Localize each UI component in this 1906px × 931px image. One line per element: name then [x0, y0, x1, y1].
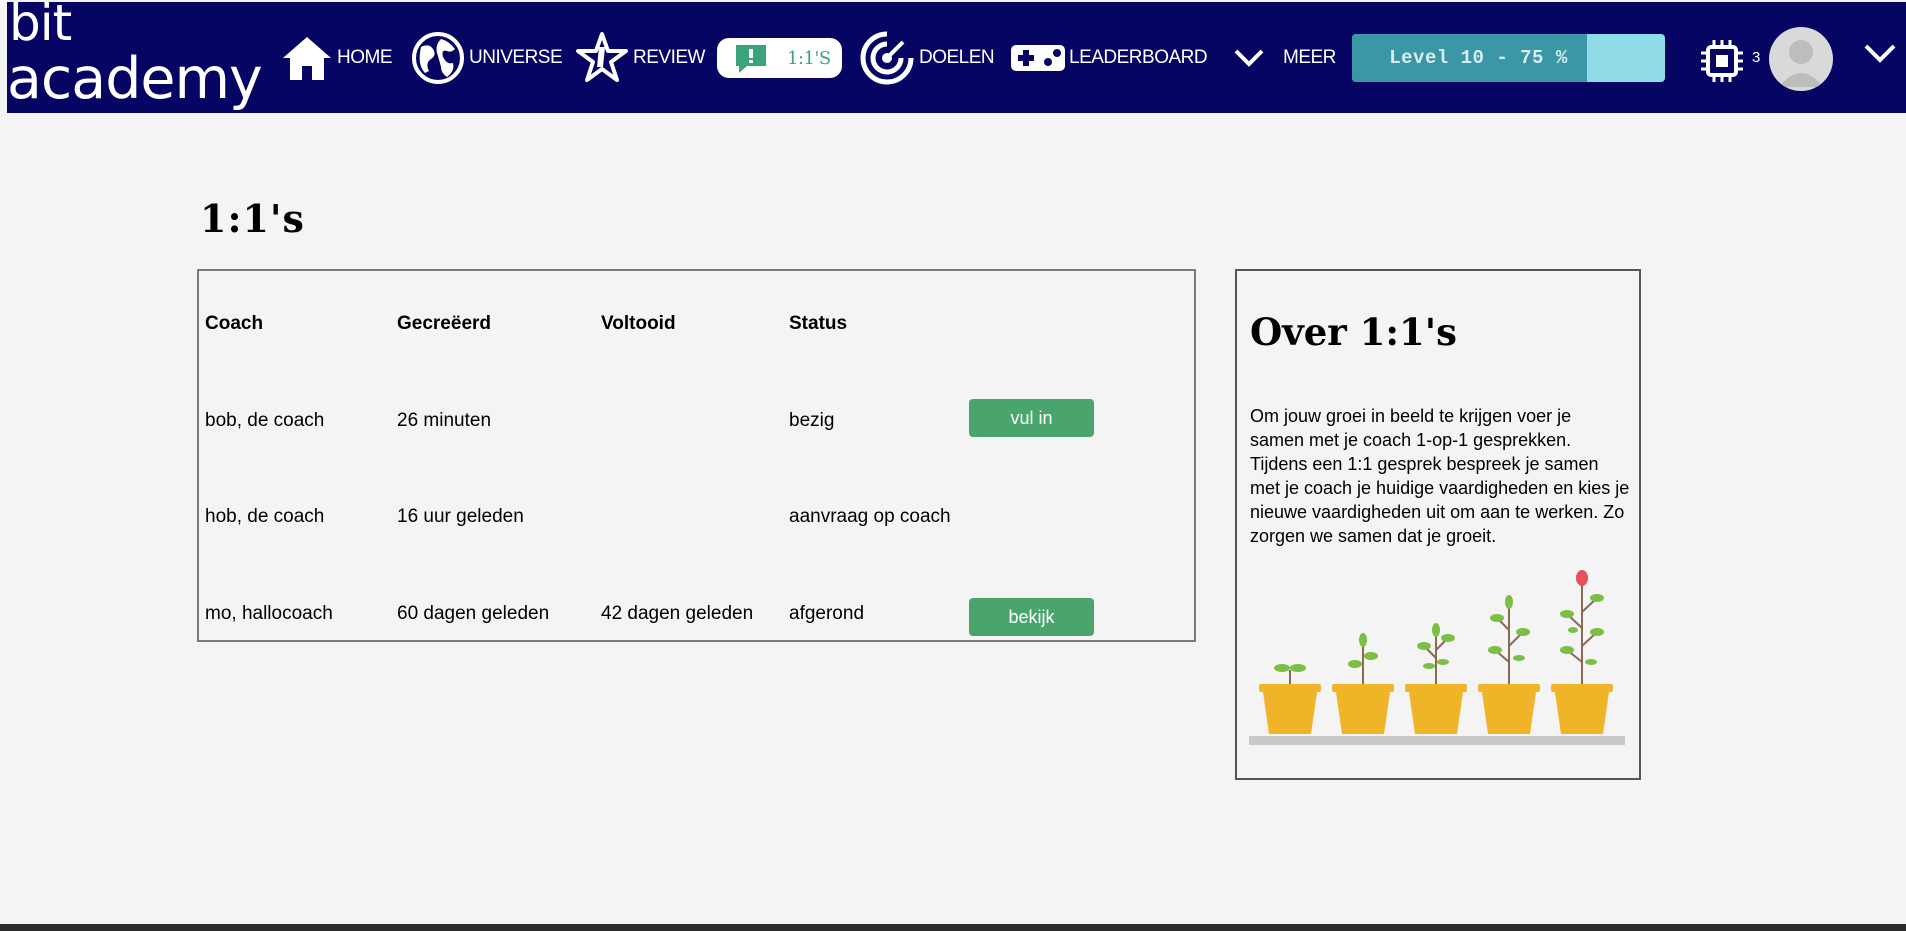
column-header-created: Gecreëerd — [397, 313, 492, 334]
star-icon — [575, 31, 629, 85]
nav-universe[interactable]: UNIVERSE — [411, 27, 563, 89]
growing-plants-illustration — [1249, 570, 1625, 745]
nav-meer[interactable]: MEER — [1233, 27, 1336, 89]
home-icon — [281, 34, 333, 82]
row-coach: mo, hallocoach — [205, 603, 333, 624]
target-icon — [859, 30, 915, 86]
nav-universe-label: UNIVERSE — [469, 47, 563, 68]
nav-review[interactable]: REVIEW — [575, 27, 705, 89]
column-header-completed: Voltooid — [601, 313, 676, 334]
nav-leaderboard-label: LEADERBOARD — [1069, 47, 1208, 68]
nav-meer-label: MEER — [1283, 47, 1336, 68]
logo-line-1: bit — [9, 0, 72, 52]
nav-one-on-ones[interactable]: 1:1'S — [717, 38, 842, 78]
fill-in-button[interactable]: vul in — [969, 399, 1094, 437]
nav-doelen-label: DOELEN — [919, 47, 995, 68]
chevron-down-icon — [1233, 47, 1265, 69]
profile-menu-chevron-icon[interactable] — [1862, 40, 1898, 68]
gamepad-icon — [1009, 41, 1067, 75]
globe-icon — [411, 31, 465, 85]
chat-alert-icon — [733, 42, 769, 74]
nav-leaderboard[interactable]: LEADERBOARD — [1009, 27, 1208, 89]
column-header-coach: Coach — [205, 313, 264, 334]
logo-line-2: academy — [7, 46, 263, 112]
about-text: Om jouw groei in beeld te krijgen voer j… — [1250, 406, 1630, 546]
one-on-ones-table: Coach Gecreëerd Voltooid Status bob, de … — [197, 269, 1196, 642]
nav-one-on-ones-label: 1:1'S — [787, 47, 831, 69]
chip-count: 3 — [1752, 49, 1761, 66]
row-created: 60 dagen geleden — [397, 603, 550, 624]
row-created: 26 minuten — [397, 410, 492, 431]
chip-icon[interactable] — [1699, 38, 1745, 84]
nav-review-label: REVIEW — [633, 47, 705, 68]
top-navigation-bar: bit academy HOME UNIVERSE REVIEW 1:1'S D… — [7, 0, 1906, 113]
row-status: afgerond — [789, 603, 865, 624]
row-coach: hob, de coach — [205, 506, 325, 527]
bit-academy-logo[interactable]: bit academy — [7, 0, 263, 113]
avatar[interactable] — [1769, 27, 1833, 91]
nav-doelen[interactable]: DOELEN — [859, 27, 995, 89]
level-progress-bar[interactable]: Level 10 - 75 % — [1352, 34, 1665, 82]
nav-home[interactable]: HOME — [281, 27, 393, 89]
row-status: aanvraag op coach — [789, 506, 951, 527]
level-progress-label: Level 10 - 75 % — [1389, 47, 1568, 69]
page-title: 1:1's — [200, 196, 305, 241]
nav-home-label: HOME — [337, 47, 393, 68]
column-header-status: Status — [789, 313, 848, 334]
row-coach: bob, de coach — [205, 410, 325, 431]
about-panel: Over 1:1's Om jouw groei in beeld te kri… — [1235, 269, 1641, 780]
row-status: bezig — [789, 410, 835, 431]
row-completed: 42 dagen geleden — [601, 603, 754, 624]
view-button[interactable]: bekijk — [969, 598, 1094, 636]
bottom-edge — [0, 924, 1906, 931]
row-created: 16 uur geleden — [397, 506, 524, 527]
about-title: Over 1:1's — [1250, 310, 1457, 354]
